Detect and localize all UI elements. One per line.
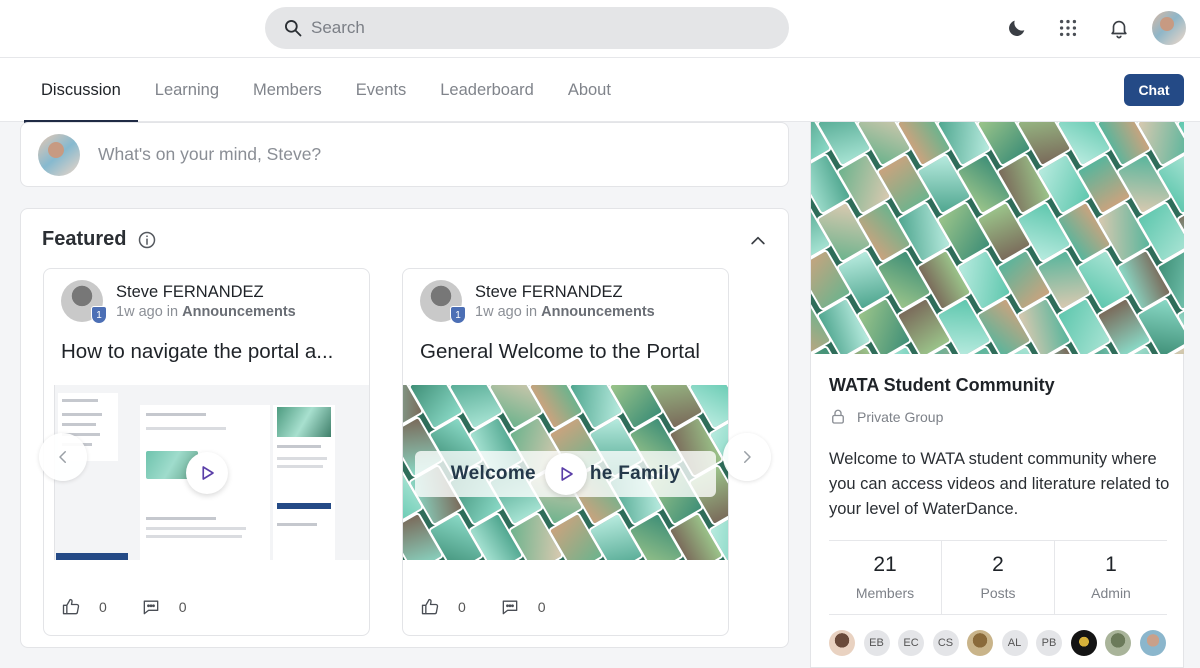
stat-members[interactable]: 21 Members	[829, 541, 942, 614]
user-avatar[interactable]	[1152, 11, 1186, 45]
caption-left: Welcome	[450, 463, 536, 484]
stat-value: 1	[1105, 553, 1117, 576]
carousel-prev-button[interactable]	[39, 433, 87, 481]
tab-bar: Discussion Learning Members Events Leade…	[0, 58, 1200, 123]
like-count: 0	[99, 599, 107, 615]
play-icon	[560, 467, 573, 481]
play-icon	[201, 465, 214, 480]
member-avatar[interactable]	[967, 630, 993, 656]
chevron-left-icon	[59, 451, 66, 463]
stat-posts[interactable]: 2 Posts	[942, 541, 1055, 614]
level-badge: 1	[91, 306, 107, 324]
tab-discussion[interactable]: Discussion	[24, 58, 138, 123]
carousel-next-button[interactable]	[723, 433, 771, 481]
tab-learning[interactable]: Learning	[138, 58, 236, 122]
video-thumbnail[interactable]	[44, 385, 369, 560]
member-avatar[interactable]: EC	[898, 630, 924, 656]
search-bar[interactable]	[265, 7, 789, 49]
privacy-label: Private Group	[857, 409, 944, 425]
post-meta: 1w ago in Announcements	[475, 304, 655, 320]
comment-icon[interactable]	[141, 597, 161, 617]
apps-button[interactable]	[1051, 11, 1085, 45]
member-avatars: EB EC CS AL PB	[829, 630, 1174, 656]
member-avatar[interactable]: CS	[932, 630, 959, 656]
tab-members[interactable]: Members	[236, 58, 339, 122]
bell-icon	[1111, 20, 1127, 39]
info-icon[interactable]	[137, 230, 157, 250]
member-avatar[interactable]	[1070, 630, 1097, 656]
stat-label: Admin	[1091, 585, 1131, 601]
featured-title: Featured	[42, 228, 127, 250]
stat-value: 2	[992, 553, 1004, 576]
post-actions: 0 0	[420, 597, 580, 617]
author-avatar[interactable]: 1	[420, 280, 466, 324]
in-word: in	[166, 304, 179, 320]
member-avatar[interactable]: PB	[1036, 630, 1062, 656]
member-avatar[interactable]	[1139, 630, 1166, 656]
post-title[interactable]: How to navigate the portal a...	[61, 340, 361, 364]
featured-post-card[interactable]: 1 Steve FERNANDEZ 1w ago in Announcement…	[43, 268, 370, 636]
comment-count: 0	[537, 599, 546, 615]
member-avatar[interactable]: EB	[863, 630, 890, 656]
moon-icon	[1009, 20, 1025, 36]
like-count: 0	[458, 599, 466, 615]
caption-right: he Family	[589, 463, 681, 484]
group-cover-image	[811, 122, 1184, 354]
like-icon[interactable]	[61, 597, 81, 617]
lock-icon	[832, 409, 844, 424]
post-meta: 1w ago in Announcements	[116, 304, 296, 320]
stat-admin[interactable]: 1 Admin	[1055, 541, 1167, 614]
author-name[interactable]: Steve FERNANDEZ	[475, 282, 655, 302]
featured-section: Featured 1 Steve FERNANDEZ 1w ago in Ann…	[20, 208, 789, 648]
notifications-button[interactable]	[1102, 11, 1136, 45]
post-time: 1w ago	[116, 304, 163, 320]
member-avatar[interactable]: AL	[1001, 630, 1028, 656]
post-actions: 0 0	[61, 597, 221, 617]
group-stats: 21 Members 2 Posts 1 Admin	[829, 540, 1167, 615]
play-button[interactable]	[185, 451, 228, 494]
chevron-up-icon[interactable]	[748, 231, 768, 251]
apps-grid-icon	[1059, 19, 1077, 37]
tab-leaderboard[interactable]: Leaderboard	[423, 58, 551, 122]
member-avatar[interactable]	[1105, 630, 1131, 656]
group-info-panel: WATA Student Community Private Group Wel…	[810, 122, 1184, 668]
composer-avatar	[38, 133, 80, 176]
group-privacy: Private Group	[829, 408, 943, 426]
composer-placeholder[interactable]: What's on your mind, Steve?	[98, 144, 321, 165]
tab-about[interactable]: About	[551, 58, 628, 122]
member-avatar[interactable]	[829, 630, 855, 656]
post-composer[interactable]: What's on your mind, Steve?	[20, 122, 789, 187]
author-avatar[interactable]: 1	[61, 280, 107, 324]
post-space[interactable]: Announcements	[541, 304, 655, 320]
post-author: 1 Steve FERNANDEZ 1w ago in Announcement…	[61, 280, 296, 324]
chevron-right-icon	[744, 451, 751, 463]
post-title[interactable]: General Welcome to the Portal	[420, 340, 720, 364]
in-word: in	[525, 304, 538, 320]
post-space[interactable]: Announcements	[182, 304, 296, 320]
level-badge: 1	[450, 306, 466, 324]
featured-post-card[interactable]: 1 Steve FERNANDEZ 1w ago in Announcement…	[402, 268, 729, 636]
like-icon[interactable]	[420, 597, 440, 617]
tab-events[interactable]: Events	[339, 58, 423, 122]
post-time: 1w ago	[475, 304, 522, 320]
chat-button[interactable]: Chat	[1124, 74, 1184, 106]
stat-value: 21	[873, 553, 897, 576]
comment-icon[interactable]	[500, 597, 520, 617]
header-actions	[983, 11, 1186, 45]
dark-mode-toggle[interactable]	[1000, 11, 1034, 45]
group-name[interactable]: WATA Student Community	[829, 375, 1055, 396]
search-icon	[285, 20, 302, 37]
search-input[interactable]	[311, 18, 751, 38]
play-button[interactable]	[544, 453, 587, 495]
comment-count: 0	[178, 599, 187, 615]
top-bar	[0, 0, 1200, 58]
video-thumbnail[interactable]: Welcome he Family	[403, 385, 728, 560]
stat-label: Posts	[980, 585, 1016, 601]
stat-label: Members	[855, 585, 915, 601]
post-author: 1 Steve FERNANDEZ 1w ago in Announcement…	[420, 280, 655, 324]
author-name[interactable]: Steve FERNANDEZ	[116, 282, 296, 302]
group-description: Welcome to WATA student community where …	[829, 450, 1170, 518]
